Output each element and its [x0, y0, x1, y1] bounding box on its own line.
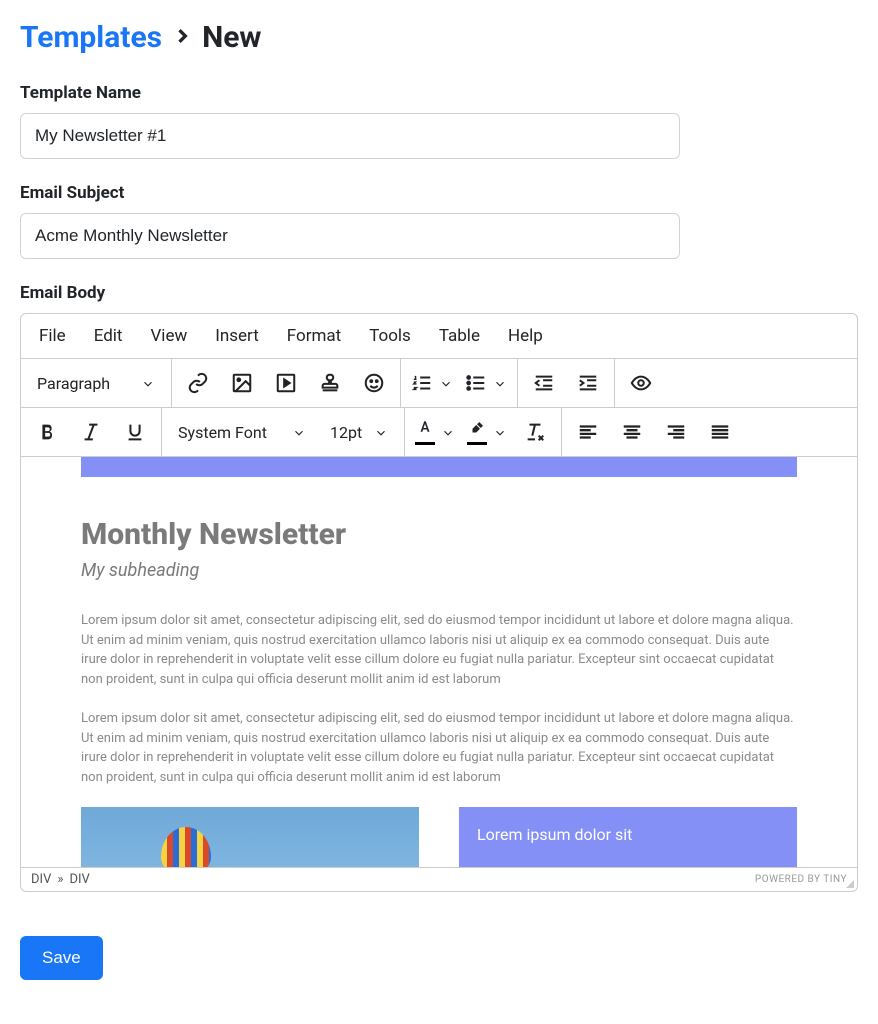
emoji-button[interactable]: [358, 367, 390, 399]
align-left-button[interactable]: [572, 416, 604, 448]
template-name-input[interactable]: [20, 113, 680, 159]
bold-button[interactable]: [31, 416, 63, 448]
email-body-label: Email Body: [20, 283, 858, 303]
clear-format-button[interactable]: [519, 416, 551, 448]
breadcrumb-templates-link[interactable]: Templates: [20, 20, 162, 55]
font-size-label: 12pt: [330, 423, 362, 442]
save-button[interactable]: Save: [20, 936, 103, 980]
menu-format[interactable]: Format: [287, 326, 341, 346]
numbered-list-button[interactable]: [411, 372, 453, 394]
email-subject-input[interactable]: [20, 213, 680, 259]
align-center-button[interactable]: [616, 416, 648, 448]
breadcrumb-current: New: [202, 20, 261, 55]
chevron-down-icon: [374, 425, 388, 439]
editor-menubar: File Edit View Insert Format Tools Table…: [21, 314, 857, 359]
font-family-select[interactable]: System Font: [172, 419, 312, 446]
editor-statusbar: DIV » DIV POWERED BY TINY: [21, 867, 857, 891]
block-format-select[interactable]: Paragraph: [31, 370, 161, 397]
chevron-right-icon: [172, 24, 192, 52]
email-subtitle: My subheading: [81, 560, 797, 581]
link-button[interactable]: [182, 367, 214, 399]
align-justify-button[interactable]: [704, 416, 736, 448]
email-subject-label: Email Subject: [20, 183, 858, 203]
breadcrumb: Templates New: [20, 20, 858, 55]
element-path[interactable]: DIV » DIV: [31, 872, 90, 887]
underline-button[interactable]: [119, 416, 151, 448]
email-title: Monthly Newsletter: [81, 517, 797, 552]
highlight-color-button[interactable]: [467, 419, 507, 445]
balloon-icon: [161, 827, 211, 867]
menu-edit[interactable]: Edit: [94, 326, 123, 346]
chevron-down-icon: [493, 376, 507, 390]
email-callout-box: Lorem ipsum dolor sit: [459, 807, 797, 867]
menu-view[interactable]: View: [150, 326, 187, 346]
italic-button[interactable]: [75, 416, 107, 448]
menu-tools[interactable]: Tools: [369, 326, 411, 346]
bullet-list-button[interactable]: [465, 372, 507, 394]
email-header-bar: [81, 457, 797, 477]
path-separator: »: [57, 872, 63, 887]
editor-branding[interactable]: POWERED BY TINY: [755, 874, 847, 885]
rich-text-editor: File Edit View Insert Format Tools Table…: [20, 313, 858, 892]
chevron-down-icon: [141, 376, 155, 390]
chevron-down-icon: [292, 425, 306, 439]
menu-insert[interactable]: Insert: [215, 326, 259, 346]
path-segment[interactable]: DIV: [31, 872, 51, 887]
resize-handle[interactable]: [843, 877, 855, 889]
font-size-select[interactable]: 12pt: [324, 419, 394, 446]
align-right-button[interactable]: [660, 416, 692, 448]
menu-file[interactable]: File: [39, 326, 66, 346]
image-button[interactable]: [226, 367, 258, 399]
menu-help[interactable]: Help: [508, 326, 543, 346]
menu-table[interactable]: Table: [439, 326, 480, 346]
block-format-label: Paragraph: [37, 374, 110, 393]
indent-button[interactable]: [572, 367, 604, 399]
outdent-button[interactable]: [528, 367, 560, 399]
media-button[interactable]: [270, 367, 302, 399]
stamp-button[interactable]: [314, 367, 346, 399]
text-color-button[interactable]: [415, 419, 455, 445]
email-image-placeholder: [81, 807, 419, 867]
preview-button[interactable]: [625, 367, 657, 399]
template-name-label: Template Name: [20, 83, 858, 103]
path-segment[interactable]: DIV: [69, 872, 89, 887]
email-paragraph: Lorem ipsum dolor sit amet, consectetur …: [81, 709, 797, 787]
font-family-label: System Font: [178, 423, 267, 442]
chevron-down-icon: [493, 425, 507, 439]
email-paragraph: Lorem ipsum dolor sit amet, consectetur …: [81, 611, 797, 689]
chevron-down-icon: [439, 376, 453, 390]
chevron-down-icon: [441, 425, 455, 439]
editor-content-area[interactable]: Monthly Newsletter My subheading Lorem i…: [21, 457, 857, 867]
